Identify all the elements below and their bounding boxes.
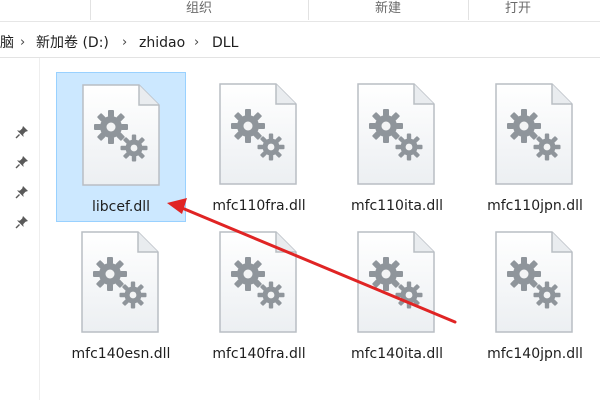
file-tile-mfc140jpn[interactable]: mfc140jpn.dll (470, 220, 600, 370)
breadcrumb-zhidao[interactable]: zhidao (139, 34, 185, 52)
file-grid: libcef.dll mfc110fra.dll mfc110ita.dll m… (40, 58, 600, 400)
file-name-label: mfc140esn.dll (71, 346, 171, 362)
dll-file-icon (494, 230, 574, 334)
file-tile-mfc110jpn[interactable]: mfc110jpn.dll (470, 72, 600, 222)
ribbon: 组织 新建 打开 (0, 0, 600, 22)
file-name-label: libcef.dll (91, 199, 150, 215)
file-name-label: mfc140ita.dll (350, 346, 444, 362)
dll-file-icon (494, 82, 574, 186)
file-tile-mfc140ita[interactable]: mfc140ita.dll (332, 220, 462, 370)
ribbon-group-open[interactable]: 打开 (468, 0, 568, 21)
breadcrumb-dll[interactable]: DLL (212, 34, 238, 52)
file-name-label: mfc140jpn.dll (487, 346, 583, 362)
chevron-right-icon[interactable]: › (194, 34, 199, 52)
file-tile-mfc110ita[interactable]: mfc110ita.dll (332, 72, 462, 222)
file-name-label: mfc140fra.dll (212, 346, 306, 362)
dll-file-icon (81, 83, 161, 187)
ribbon-group-new[interactable]: 新建 (308, 0, 468, 21)
file-name-label: mfc110ita.dll (350, 198, 444, 214)
pin-icon[interactable] (14, 154, 30, 170)
chevron-right-icon[interactable]: › (122, 34, 127, 52)
pin-icon[interactable] (14, 214, 30, 230)
ribbon-group-organize[interactable]: 组织 (90, 0, 308, 21)
pin-icon[interactable] (14, 184, 30, 200)
dll-file-icon (356, 82, 436, 186)
file-tile-mfc140fra[interactable]: mfc140fra.dll (194, 220, 324, 370)
breadcrumb-computer[interactable]: 脑 (0, 34, 14, 52)
file-name-label: mfc110jpn.dll (487, 198, 583, 214)
navigation-pane (0, 58, 40, 400)
file-name-label: mfc110fra.dll (212, 198, 306, 214)
dll-file-icon (218, 230, 298, 334)
address-bar[interactable]: 脑 › 新加卷 (D:) › zhidao › DLL (0, 28, 600, 58)
file-tile-mfc140esn[interactable]: mfc140esn.dll (56, 220, 186, 370)
breadcrumb-drive-d[interactable]: 新加卷 (D:) (36, 34, 109, 52)
file-tile-libcef[interactable]: libcef.dll (56, 72, 186, 222)
chevron-right-icon[interactable]: › (20, 34, 25, 52)
file-tile-mfc110fra[interactable]: mfc110fra.dll (194, 72, 324, 222)
pin-icon[interactable] (14, 124, 30, 140)
dll-file-icon (80, 230, 160, 334)
dll-file-icon (356, 230, 436, 334)
dll-file-icon (218, 82, 298, 186)
